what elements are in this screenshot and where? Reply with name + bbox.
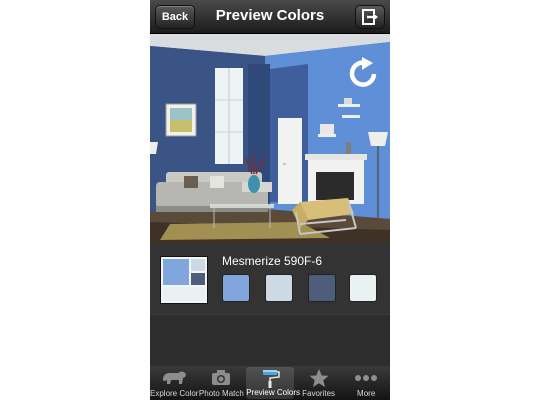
app-screen: Back Preview Colors Mesmerize 590F-6 Exp…	[150, 0, 390, 400]
tab-favorites[interactable]: Favorites	[295, 366, 343, 400]
empty-panel	[150, 314, 390, 367]
tab-label: Explore Color	[150, 389, 199, 398]
tab-explore-color[interactable]: Explore Color	[150, 366, 198, 400]
tab-label: Preview Colors	[246, 388, 300, 397]
star-icon	[309, 369, 329, 387]
camera-icon	[212, 370, 231, 385]
tab-label: Photo Match	[198, 389, 244, 398]
color-info-panel: Mesmerize 590F-6	[150, 244, 390, 314]
tab-preview-colors[interactable]: Preview Colors	[246, 367, 300, 399]
nav-bar: Back Preview Colors	[150, 0, 390, 34]
tab-label: Favorites	[302, 389, 336, 398]
swatch-3[interactable]	[308, 274, 336, 302]
combo-trim-color	[191, 273, 205, 285]
tab-photo-match[interactable]: Photo Match	[198, 366, 246, 400]
tab-label: More	[357, 389, 376, 398]
exit-button[interactable]	[355, 5, 385, 29]
tab-bar: Explore Color Photo Match Preview Colors	[150, 366, 390, 400]
more-dots-icon	[355, 375, 378, 381]
tab-more[interactable]: More	[342, 366, 390, 400]
room-preview-image[interactable]	[150, 34, 390, 244]
combo-base-color	[163, 287, 205, 301]
combo-main-color	[163, 259, 189, 285]
bear-icon	[162, 371, 186, 384]
page-title: Preview Colors	[215, 7, 325, 24]
swatch-1[interactable]	[222, 274, 250, 302]
swatch-2[interactable]	[265, 274, 293, 302]
refresh-icon[interactable]	[346, 56, 382, 90]
exit-icon	[362, 9, 378, 25]
swatch-4[interactable]	[349, 274, 377, 302]
color-scheme-combo[interactable]	[160, 256, 208, 304]
paint-roller-icon	[262, 370, 280, 388]
combo-accent-color	[191, 259, 205, 271]
color-name-label: Mesmerize 590F-6	[222, 254, 323, 268]
